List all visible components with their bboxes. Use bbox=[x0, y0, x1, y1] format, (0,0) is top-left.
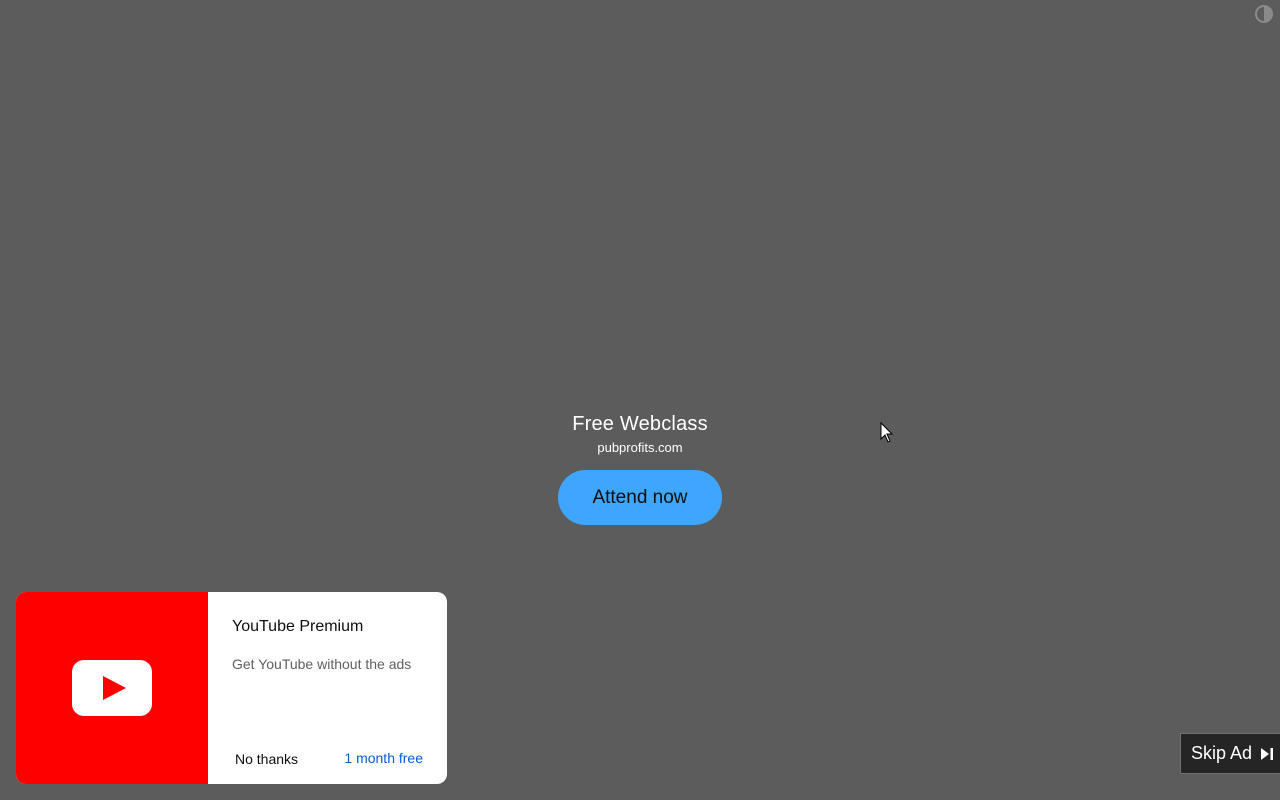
ad-overlay: Free Webclass pubprofits.com Attend now bbox=[0, 411, 1280, 525]
skip-ad-label: Skip Ad bbox=[1191, 743, 1253, 763]
ad-progress-icon bbox=[1255, 5, 1273, 23]
ad-title: Free Webclass bbox=[572, 413, 708, 435]
attend-now-button[interactable]: Attend now bbox=[558, 470, 722, 525]
ad-domain: pubprofits.com bbox=[597, 440, 683, 455]
youtube-play-icon bbox=[72, 660, 152, 716]
skip-next-icon bbox=[1261, 747, 1274, 760]
premium-content: YouTube Premium Get YouTube without the … bbox=[208, 592, 447, 784]
youtube-premium-card: YouTube Premium Get YouTube without the … bbox=[16, 592, 447, 784]
one-month-free-button[interactable]: 1 month free bbox=[344, 750, 423, 766]
video-player[interactable]: Free Webclass pubprofits.com Attend now … bbox=[0, 0, 1280, 800]
no-thanks-button[interactable]: No thanks bbox=[235, 751, 298, 767]
premium-title: YouTube Premium bbox=[232, 618, 364, 635]
premium-logo-area bbox=[16, 592, 208, 784]
skip-ad-button[interactable]: Skip Ad bbox=[1180, 733, 1280, 774]
mouse-cursor-icon bbox=[880, 422, 894, 443]
premium-subtitle: Get YouTube without the ads bbox=[232, 656, 412, 672]
